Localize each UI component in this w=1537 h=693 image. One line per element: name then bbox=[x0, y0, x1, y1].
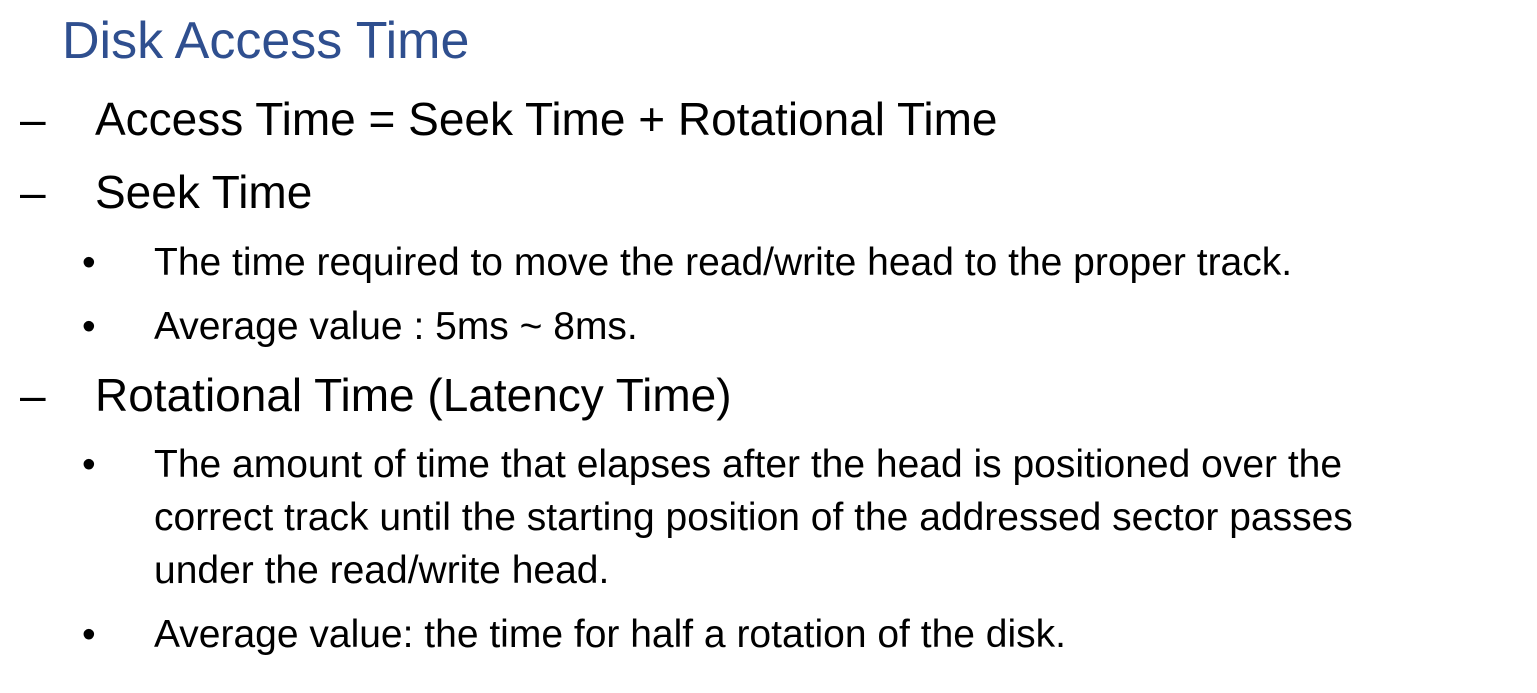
slide: Disk Access Time – Access Time = Seek Ti… bbox=[0, 0, 1537, 693]
dash-marker: – bbox=[20, 369, 46, 421]
sub-bullet-text: The amount of time that elapses after th… bbox=[154, 443, 1353, 592]
dash-marker: – bbox=[20, 93, 46, 145]
bullet-marker: • bbox=[82, 613, 96, 656]
sub-bullet-text: The time required to move the read/write… bbox=[154, 241, 1293, 284]
bullet-text: Seek Time bbox=[95, 166, 313, 218]
bullet-marker: • bbox=[82, 305, 96, 348]
bullet-text: Access Time = Seek Time + Rotational Tim… bbox=[95, 93, 998, 145]
dash-marker: – bbox=[20, 166, 46, 218]
bullet-text: Rotational Time (Latency Time) bbox=[95, 369, 732, 421]
bullet-marker: • bbox=[82, 241, 96, 284]
sub-bullet-text: Average value : 5ms ~ 8ms. bbox=[154, 305, 638, 348]
slide-title: Disk Access Time bbox=[62, 12, 470, 70]
sub-bullet-text: Average value: the time for half a rotat… bbox=[154, 613, 1066, 656]
bullet-marker: • bbox=[82, 443, 96, 486]
